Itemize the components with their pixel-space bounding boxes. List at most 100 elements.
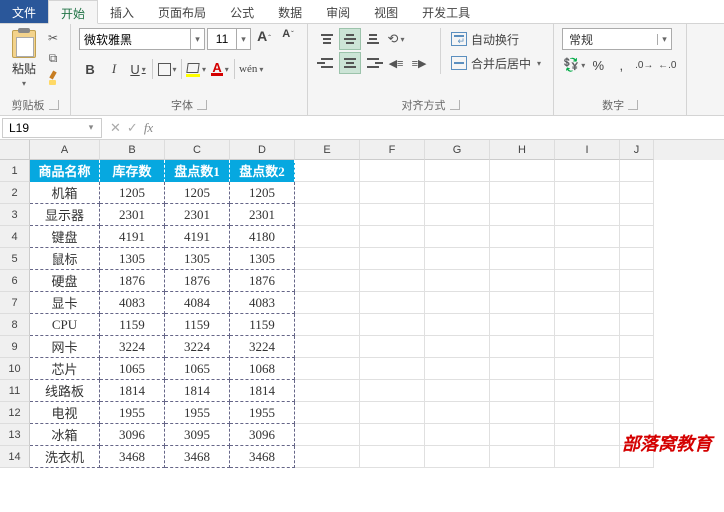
table-cell[interactable]: 4084: [165, 292, 230, 314]
tab-review[interactable]: 审阅: [314, 0, 362, 23]
phonetic-button[interactable]: wén: [238, 58, 264, 80]
font-dialog-launcher[interactable]: [197, 100, 207, 110]
column-header-F[interactable]: F: [360, 140, 425, 160]
wrap-text-button[interactable]: 自动换行: [447, 28, 545, 50]
empty-cell[interactable]: [295, 292, 360, 314]
table-header-cell[interactable]: 商品名称: [30, 160, 100, 182]
cancel-formula-button[interactable]: ✕: [110, 120, 121, 136]
empty-cell[interactable]: [425, 248, 490, 270]
empty-cell[interactable]: [490, 182, 555, 204]
merge-center-button[interactable]: 合并后居中▾: [447, 52, 545, 74]
table-cell[interactable]: 1305: [100, 248, 165, 270]
empty-cell[interactable]: [425, 160, 490, 182]
table-cell[interactable]: 3095: [165, 424, 230, 446]
orientation-button[interactable]: ⟲: [385, 28, 407, 50]
table-cell[interactable]: 3096: [230, 424, 295, 446]
table-cell[interactable]: 1065: [165, 358, 230, 380]
row-header-5[interactable]: 5: [0, 248, 30, 270]
empty-cell[interactable]: [490, 380, 555, 402]
table-cell[interactable]: 2301: [100, 204, 165, 226]
table-cell[interactable]: 1205: [165, 182, 230, 204]
empty-cell[interactable]: [295, 424, 360, 446]
empty-cell[interactable]: [620, 204, 654, 226]
row-header-2[interactable]: 2: [0, 182, 30, 204]
table-cell[interactable]: 1159: [165, 314, 230, 336]
empty-cell[interactable]: [490, 292, 555, 314]
row-header-11[interactable]: 11: [0, 380, 30, 402]
empty-cell[interactable]: [620, 160, 654, 182]
empty-cell[interactable]: [360, 446, 425, 468]
table-cell[interactable]: 键盘: [30, 226, 100, 248]
empty-cell[interactable]: [425, 446, 490, 468]
table-cell[interactable]: 硬盘: [30, 270, 100, 292]
font-name-dropdown-icon[interactable]: ▾: [190, 29, 204, 49]
row-header-7[interactable]: 7: [0, 292, 30, 314]
column-header-J[interactable]: J: [620, 140, 654, 160]
empty-cell[interactable]: [620, 292, 654, 314]
table-cell[interactable]: 1955: [165, 402, 230, 424]
table-cell[interactable]: 芯片: [30, 358, 100, 380]
table-cell[interactable]: CPU: [30, 314, 100, 336]
font-size-dropdown-icon[interactable]: ▾: [236, 29, 250, 49]
table-cell[interactable]: 3224: [100, 336, 165, 358]
table-cell[interactable]: 1876: [100, 270, 165, 292]
empty-cell[interactable]: [490, 160, 555, 182]
cell-reference-input[interactable]: [3, 121, 83, 135]
row-header-1[interactable]: 1: [0, 160, 30, 182]
copy-button[interactable]: ⧉: [44, 50, 62, 66]
row-header-12[interactable]: 12: [0, 402, 30, 424]
empty-cell[interactable]: [425, 336, 490, 358]
empty-cell[interactable]: [555, 160, 620, 182]
empty-cell[interactable]: [490, 446, 555, 468]
column-header-A[interactable]: A: [30, 140, 100, 160]
table-cell[interactable]: 4083: [100, 292, 165, 314]
empty-cell[interactable]: [490, 270, 555, 292]
font-size-input[interactable]: [208, 32, 236, 46]
percent-button[interactable]: %: [587, 54, 609, 76]
empty-cell[interactable]: [425, 182, 490, 204]
increase-indent-button[interactable]: ≡▶: [408, 52, 430, 74]
table-cell[interactable]: 显示器: [30, 204, 100, 226]
table-cell[interactable]: 线路板: [30, 380, 100, 402]
empty-cell[interactable]: [555, 182, 620, 204]
table-cell[interactable]: 1814: [165, 380, 230, 402]
empty-cell[interactable]: [360, 270, 425, 292]
empty-cell[interactable]: [555, 270, 620, 292]
tab-insert[interactable]: 插入: [98, 0, 146, 23]
table-header-cell[interactable]: 库存数: [100, 160, 165, 182]
column-header-D[interactable]: D: [230, 140, 295, 160]
paste-button[interactable]: 粘贴 ▾: [8, 28, 40, 90]
empty-cell[interactable]: [425, 358, 490, 380]
align-left-button[interactable]: [316, 52, 338, 74]
empty-cell[interactable]: [360, 402, 425, 424]
empty-cell[interactable]: [295, 226, 360, 248]
tab-developer[interactable]: 开发工具: [410, 0, 482, 23]
empty-cell[interactable]: [425, 402, 490, 424]
empty-cell[interactable]: [620, 380, 654, 402]
clipboard-dialog-launcher[interactable]: [49, 100, 59, 110]
empty-cell[interactable]: [490, 248, 555, 270]
border-button[interactable]: [156, 58, 178, 80]
table-cell[interactable]: 鼠标: [30, 248, 100, 270]
tab-formulas[interactable]: 公式: [218, 0, 266, 23]
empty-cell[interactable]: [620, 248, 654, 270]
empty-cell[interactable]: [490, 204, 555, 226]
empty-cell[interactable]: [555, 314, 620, 336]
font-size-combo[interactable]: ▾: [207, 28, 251, 50]
column-header-C[interactable]: C: [165, 140, 230, 160]
empty-cell[interactable]: [555, 446, 620, 468]
row-header-10[interactable]: 10: [0, 358, 30, 380]
table-cell[interactable]: 冰箱: [30, 424, 100, 446]
empty-cell[interactable]: [620, 446, 654, 468]
align-center-button[interactable]: [339, 52, 361, 74]
table-cell[interactable]: 1876: [165, 270, 230, 292]
empty-cell[interactable]: [295, 248, 360, 270]
empty-cell[interactable]: [620, 402, 654, 424]
empty-cell[interactable]: [555, 226, 620, 248]
empty-cell[interactable]: [555, 292, 620, 314]
worksheet-grid[interactable]: 1234567891011121314 ABCDEFGHIJ 商品名称库存数盘点…: [0, 140, 724, 468]
empty-cell[interactable]: [360, 248, 425, 270]
empty-cell[interactable]: [555, 380, 620, 402]
empty-cell[interactable]: [490, 402, 555, 424]
table-cell[interactable]: 2301: [230, 204, 295, 226]
